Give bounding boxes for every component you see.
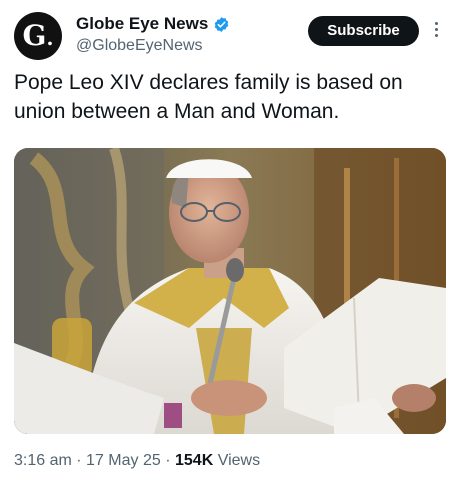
- photo-icon: [14, 148, 446, 434]
- account-names: Globe Eye News @GlobeEyeNews: [76, 14, 230, 55]
- tweet-meta: 3:16 am · 17 May 25 · 154K Views: [14, 452, 260, 470]
- tweet-header: G. Globe Eye News @GlobeEyeNews Subscrib…: [14, 10, 446, 60]
- more-options-icon[interactable]: [430, 20, 442, 42]
- tweet-time[interactable]: 3:16 am: [14, 452, 72, 469]
- tweet-photo[interactable]: [14, 148, 446, 434]
- display-name[interactable]: Globe Eye News: [76, 14, 208, 34]
- avatar[interactable]: G.: [14, 12, 62, 60]
- meta-separator: ·: [76, 452, 82, 469]
- views-label: Views: [217, 452, 261, 469]
- avatar-letter: G: [22, 19, 47, 52]
- tweet-date[interactable]: 17 May 25: [86, 452, 161, 469]
- views-count[interactable]: 154K: [175, 452, 213, 469]
- verified-badge-icon: [215, 16, 229, 32]
- subscribe-button[interactable]: Subscribe: [308, 16, 419, 46]
- display-name-row[interactable]: Globe Eye News: [76, 14, 230, 34]
- meta-separator-2: ·: [165, 452, 171, 469]
- handle[interactable]: @GlobeEyeNews: [76, 37, 230, 55]
- avatar-dot: .: [46, 26, 54, 50]
- tweet-text: Pope Leo XIV declares family is based on…: [14, 71, 403, 123]
